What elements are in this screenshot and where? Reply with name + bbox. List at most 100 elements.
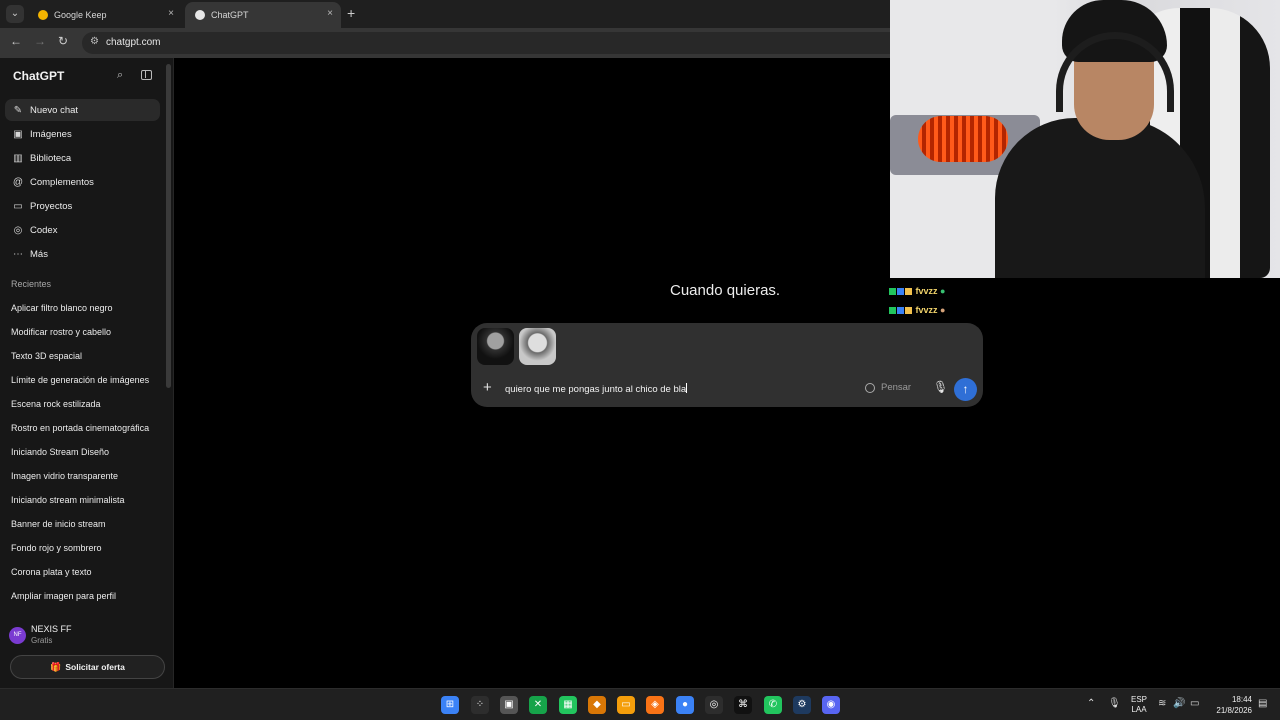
file-explorer-icon[interactable]: ▭	[617, 696, 635, 714]
steam-icon[interactable]: ⚙	[793, 696, 811, 714]
tab-search-icon[interactable]: ⌄	[6, 5, 24, 23]
recent-chat-item[interactable]: Ampliar imagen para perfil	[11, 591, 157, 601]
sidebar-item-label: Complementos	[30, 176, 94, 188]
address-bar[interactable]: ⚙ chatgpt.com	[82, 32, 890, 54]
sidebar-item-images[interactable]: ▣ Imágenes	[5, 123, 160, 145]
badge-icon	[897, 307, 904, 314]
tab-chatgpt[interactable]: ChatGPT ×	[185, 2, 341, 28]
recent-chat-item[interactable]: Fondo rojo y sombrero	[11, 543, 157, 553]
recent-chat-item[interactable]: Corona plata y texto	[11, 567, 157, 577]
emote-icon: ●	[940, 286, 946, 296]
sidebar-toggle-icon[interactable]	[141, 70, 152, 80]
keyboard-layout: LAA	[1131, 705, 1147, 714]
user-profile[interactable]: NF NEXIS FF Gratis	[9, 624, 164, 652]
xbox-icon[interactable]: ✕	[529, 696, 547, 714]
sidebar-scrollbar[interactable]	[166, 64, 171, 388]
forward-icon[interactable]: →	[34, 34, 46, 48]
recent-chat-item[interactable]: Imagen vidrio transparente	[11, 471, 157, 481]
claim-offer-button[interactable]: 🎁 Solicitar oferta	[10, 655, 165, 679]
recent-chat-item[interactable]: Límite de generación de imágenes	[11, 375, 157, 385]
sidebar-item-projects[interactable]: ▭ Proyectos	[5, 195, 160, 217]
windows-start-icon[interactable]: ⊞	[441, 696, 459, 714]
site-info-icon[interactable]: ⚙	[90, 36, 99, 47]
sidebar: ChatGPT ⌕ ✎ Nuevo chat ▣ Imágenes ▥ Bibliot…	[0, 58, 174, 688]
chatgpt-app-icon[interactable]: ◎	[705, 696, 723, 714]
game-icon[interactable]: ◆	[588, 696, 606, 714]
webcam-overlay	[890, 0, 1280, 278]
think-button[interactable]: Pensar	[865, 382, 911, 393]
prompt-input[interactable]: quiero que me pongas junto al chico de b…	[505, 383, 688, 395]
wifi-icon[interactable]: ≋	[1158, 698, 1166, 709]
recent-chat-item[interactable]: Rostro en portada cinematográfica	[11, 423, 154, 433]
minecraft-icon[interactable]: ▦	[559, 696, 577, 714]
microphone-icon[interactable]: 🎙	[933, 380, 948, 394]
at-icon: @	[12, 176, 24, 188]
user-name: NEXIS FF	[31, 624, 72, 634]
avatar: NF	[9, 627, 26, 644]
sidebar-item-plugins[interactable]: @ Complementos	[5, 171, 160, 193]
brave-icon[interactable]: ◈	[646, 696, 664, 714]
recent-chat-item[interactable]: Escena rock estilizada	[11, 399, 157, 409]
sidebar-item-label: Nuevo chat	[30, 104, 79, 116]
attached-image-thumbnail[interactable]	[519, 328, 556, 365]
tab-title: ChatGPT	[211, 10, 249, 20]
chevron-up-icon[interactable]: ⌃	[1087, 698, 1095, 709]
user-plan: Gratis	[31, 636, 53, 645]
notifications-icon[interactable]: ▤	[1258, 698, 1267, 709]
images-icon: ▣	[13, 128, 23, 140]
tab-google-keep[interactable]: Google Keep ×	[28, 2, 182, 28]
chat-message: fvvzz ●	[889, 286, 945, 296]
close-tab-icon[interactable]: ×	[327, 8, 333, 19]
app-brand[interactable]: ChatGPT	[13, 69, 64, 83]
new-tab-button[interactable]: +	[347, 5, 355, 21]
recent-chat-item[interactable]: Modificar rostro y cabello	[11, 327, 157, 337]
sidebar-item-new-chat[interactable]: ✎ Nuevo chat	[5, 99, 160, 121]
microphone-icon[interactable]: 🎙	[1108, 698, 1121, 709]
sidebar-item-label: Proyectos	[30, 200, 73, 212]
clock-time: 18:44	[1231, 695, 1252, 704]
add-attachment-icon[interactable]: +	[483, 379, 492, 396]
close-tab-icon[interactable]: ×	[168, 8, 174, 19]
sidebar-item-library[interactable]: ▥ Biblioteca	[5, 147, 160, 169]
emote-icon: ●	[940, 305, 946, 315]
chat-username: fvvzz	[915, 305, 938, 315]
folder-icon: ▭	[13, 200, 23, 212]
store-icon[interactable]: ▣	[500, 696, 518, 714]
page-title: Cuando quieras.	[670, 282, 781, 299]
recent-chat-item[interactable]: Banner de inicio stream	[11, 519, 157, 529]
browser-toolbar: ← → ↻ ⚙ chatgpt.com	[0, 28, 890, 58]
prompt-text: quiero que me pongas junto al chico de b…	[505, 384, 687, 395]
tab-title: Google Keep	[54, 10, 107, 20]
attached-image-thumbnail[interactable]	[477, 328, 514, 365]
chat-message: fvvzz ●	[889, 305, 945, 315]
recent-chat-item[interactable]: Iniciando Stream Diseño	[11, 447, 157, 457]
send-button[interactable]: ↑	[954, 378, 977, 401]
capcut-icon[interactable]: ⌘	[734, 696, 752, 714]
system-clock[interactable]: 18:44 21/8/2026	[1212, 694, 1252, 716]
discord-icon[interactable]: ◉	[822, 696, 840, 714]
more-icon: ⋯	[13, 248, 23, 260]
sidebar-item-label: Codex	[30, 224, 58, 236]
language-indicator[interactable]: ESP LAA	[1131, 695, 1147, 715]
keep-icon	[38, 10, 48, 20]
widgets-icon[interactable]: ⁘	[471, 696, 489, 714]
library-icon: ▥	[13, 152, 23, 164]
url-text: chatgpt.com	[106, 37, 161, 48]
back-icon[interactable]: ←	[10, 34, 22, 48]
sidebar-item-label: Más	[30, 248, 48, 260]
red-lamp	[918, 116, 1008, 162]
claim-offer-label: Solicitar oferta	[65, 662, 125, 672]
badge-icon	[889, 288, 896, 295]
whatsapp-icon[interactable]: ✆	[764, 696, 782, 714]
sidebar-item-codex[interactable]: ◎ Codex	[5, 219, 160, 241]
volume-icon[interactable]: 🔊	[1173, 698, 1185, 709]
chrome-icon[interactable]: ●	[676, 696, 694, 714]
recent-chat-item[interactable]: Aplicar filtro blanco negro	[11, 303, 157, 313]
recent-chat-item[interactable]: Texto 3D espacial	[11, 351, 157, 361]
message-composer[interactable]: + quiero que me pongas junto al chico de…	[471, 323, 983, 407]
sidebar-item-more[interactable]: ⋯ Más	[5, 243, 160, 265]
battery-icon[interactable]: ▭	[1190, 698, 1199, 709]
search-icon[interactable]: ⌕	[117, 69, 123, 82]
recent-chat-item[interactable]: Iniciando stream minimalista	[11, 495, 157, 505]
reload-icon[interactable]: ↻	[58, 34, 68, 48]
